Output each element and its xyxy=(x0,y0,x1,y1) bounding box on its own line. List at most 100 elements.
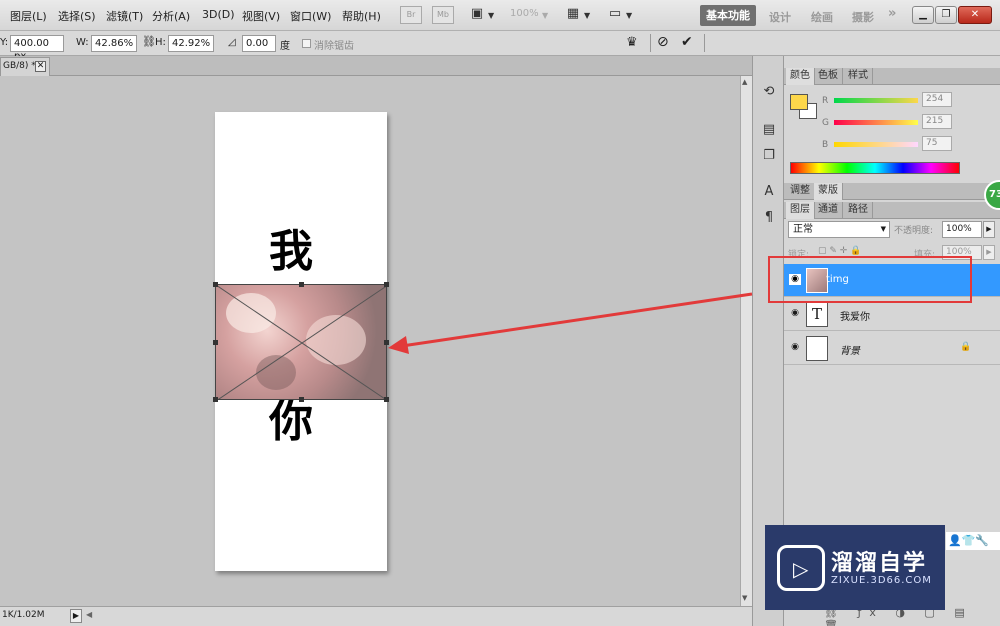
view-extras-icon[interactable]: ▣ xyxy=(466,6,488,24)
h-label: H: xyxy=(155,37,166,48)
cancel-transform-icon[interactable]: ⊘ xyxy=(657,34,669,50)
transform-diagonals xyxy=(216,285,386,399)
chevron-down-icon[interactable]: ▼ xyxy=(542,11,548,20)
more-workspaces-button[interactable]: » xyxy=(888,6,896,21)
restore-icon[interactable]: ❐ xyxy=(935,6,957,24)
document-tab-bar xyxy=(0,56,752,76)
arrange-documents-icon[interactable]: ▦ xyxy=(562,6,584,24)
blend-mode-value: 正常 xyxy=(793,224,813,235)
chevron-down-icon[interactable]: ▼ xyxy=(488,11,494,20)
workspace-essentials-button[interactable]: 基本功能 xyxy=(700,5,756,26)
menu-help[interactable]: 帮助(H) xyxy=(342,8,381,24)
g-value[interactable]: 215 xyxy=(922,114,952,129)
paragraph-icon[interactable]: ¶ xyxy=(759,208,779,228)
document-tab[interactable]: GB/8) * ✕ xyxy=(0,57,50,76)
watermark-url: ZIXUE.3D66.COM xyxy=(831,575,932,586)
clone-source-icon[interactable]: ❐ xyxy=(759,146,779,166)
transform-handle[interactable] xyxy=(299,282,304,287)
opacity-slider-arrow[interactable]: ▶ xyxy=(983,221,995,238)
tab-channels[interactable]: 通道 xyxy=(814,202,843,219)
side-toolbar-icons[interactable]: 👤👕🔧 xyxy=(946,532,1000,550)
menu-window[interactable]: 窗口(W) xyxy=(290,8,331,24)
menu-layer[interactable]: 图层(L) xyxy=(10,8,47,24)
tab-layers[interactable]: 图层 xyxy=(786,202,815,219)
tab-color[interactable]: 颜色 xyxy=(786,68,815,85)
screen-mode-icon[interactable]: ▭ xyxy=(604,6,626,24)
close-icon[interactable]: ✕ xyxy=(35,61,46,72)
transform-handle[interactable] xyxy=(299,397,304,402)
menu-3d[interactable]: 3D(D) xyxy=(202,8,235,21)
angle-icon: ◿ xyxy=(228,37,236,48)
menu-analysis[interactable]: 分析(A) xyxy=(152,8,190,24)
scroll-up-icon[interactable]: ▲ xyxy=(742,78,747,86)
placed-image-timg[interactable] xyxy=(215,284,387,400)
layer-row-background[interactable]: ◉ 背景 🔒 xyxy=(784,332,1000,365)
status-bar: 1K/1.02M ▶ ◀ xyxy=(0,606,752,626)
w-label: W: xyxy=(76,37,89,48)
character-icon[interactable]: A xyxy=(759,182,779,202)
menu-select[interactable]: 选择(S) xyxy=(58,8,96,24)
opacity-field[interactable]: 100% xyxy=(942,221,982,238)
tab-adjustments[interactable]: 调整 xyxy=(786,183,815,200)
y-field[interactable]: 400.00 px xyxy=(10,35,64,62)
tab-masks[interactable]: 蒙版 xyxy=(814,183,843,200)
transform-handle[interactable] xyxy=(384,282,389,287)
chevron-down-icon[interactable]: ▼ xyxy=(626,11,632,20)
transform-handle[interactable] xyxy=(384,397,389,402)
chevron-down-icon[interactable]: ▼ xyxy=(584,11,590,20)
tab-styles[interactable]: 样式 xyxy=(844,68,873,85)
annotation-highlight-box xyxy=(768,256,972,303)
lock-icons[interactable]: ▢ ✎ ✛ 🔒 xyxy=(818,246,861,256)
minimize-icon[interactable]: ▁ xyxy=(912,6,934,24)
height-field[interactable]: 42.92% xyxy=(168,35,214,52)
color-panel-tabs: 颜色 色板 样式 xyxy=(784,68,1000,85)
opacity-label: 不透明度: xyxy=(894,226,934,236)
b-value[interactable]: 75 xyxy=(922,136,952,151)
transform-handle[interactable] xyxy=(213,340,218,345)
transform-handle[interactable] xyxy=(213,282,218,287)
text-wo: 我 xyxy=(269,226,313,277)
g-slider[interactable] xyxy=(834,120,918,125)
scroll-left-icon[interactable]: ◀ xyxy=(86,610,92,619)
commit-transform-icon[interactable]: ✔ xyxy=(681,34,693,50)
r-value[interactable]: 254 xyxy=(922,92,952,107)
rotation-field[interactable]: 0.00 xyxy=(242,35,276,52)
workspace-photography-button[interactable]: 摄影 xyxy=(852,9,874,25)
layer-name[interactable]: 背景 xyxy=(840,342,860,357)
menu-view[interactable]: 视图(V) xyxy=(242,8,280,24)
bridge-button[interactable]: Br xyxy=(400,6,422,24)
workspace-design-button[interactable]: 设计 xyxy=(769,9,791,25)
eye-icon[interactable]: ◉ xyxy=(789,308,801,319)
width-field[interactable]: 42.86% xyxy=(91,35,137,52)
minibridge-button[interactable]: Mb xyxy=(432,6,454,24)
b-slider[interactable] xyxy=(834,142,918,147)
tab-swatches[interactable]: 色板 xyxy=(814,68,843,85)
scroll-down-icon[interactable]: ▼ xyxy=(742,594,747,602)
link-icon[interactable]: ⛓ xyxy=(142,35,156,48)
warp-icon[interactable]: ♛ xyxy=(626,35,638,50)
transform-handle[interactable] xyxy=(213,397,218,402)
status-menu-icon[interactable]: ▶ xyxy=(70,609,82,623)
blend-mode-select[interactable]: 正常 ▼ xyxy=(788,221,890,238)
menu-filter[interactable]: 滤镜(T) xyxy=(106,8,143,24)
color-spectrum[interactable] xyxy=(790,162,960,174)
degree-label: 度 xyxy=(280,41,290,52)
play-logo-icon: ▷ xyxy=(777,545,825,591)
watermark-logo: ▷ 溜溜自学 ZIXUE.3D66.COM xyxy=(765,525,945,610)
anti-alias-checkbox[interactable] xyxy=(302,39,311,48)
history-icon[interactable]: ⟲ xyxy=(759,82,779,102)
eye-icon[interactable]: ◉ xyxy=(789,342,801,353)
close-icon[interactable]: ✕ xyxy=(958,6,992,24)
actions-icon[interactable]: ▤ xyxy=(759,120,779,140)
adjust-panel-tabs: 调整 蒙版 xyxy=(784,183,1000,200)
r-slider[interactable] xyxy=(834,98,918,103)
layer-name[interactable]: 我爱你 xyxy=(840,308,870,323)
divider xyxy=(704,34,705,52)
chevron-down-icon: ▼ xyxy=(880,225,886,233)
workspace-painting-button[interactable]: 绘画 xyxy=(811,9,833,25)
zoom-level[interactable]: 100% xyxy=(510,8,539,19)
foreground-color-swatch-top[interactable] xyxy=(790,94,808,110)
fill-slider-arrow[interactable]: ▶ xyxy=(983,245,995,260)
tab-paths[interactable]: 路径 xyxy=(844,202,873,219)
divider xyxy=(650,34,651,52)
